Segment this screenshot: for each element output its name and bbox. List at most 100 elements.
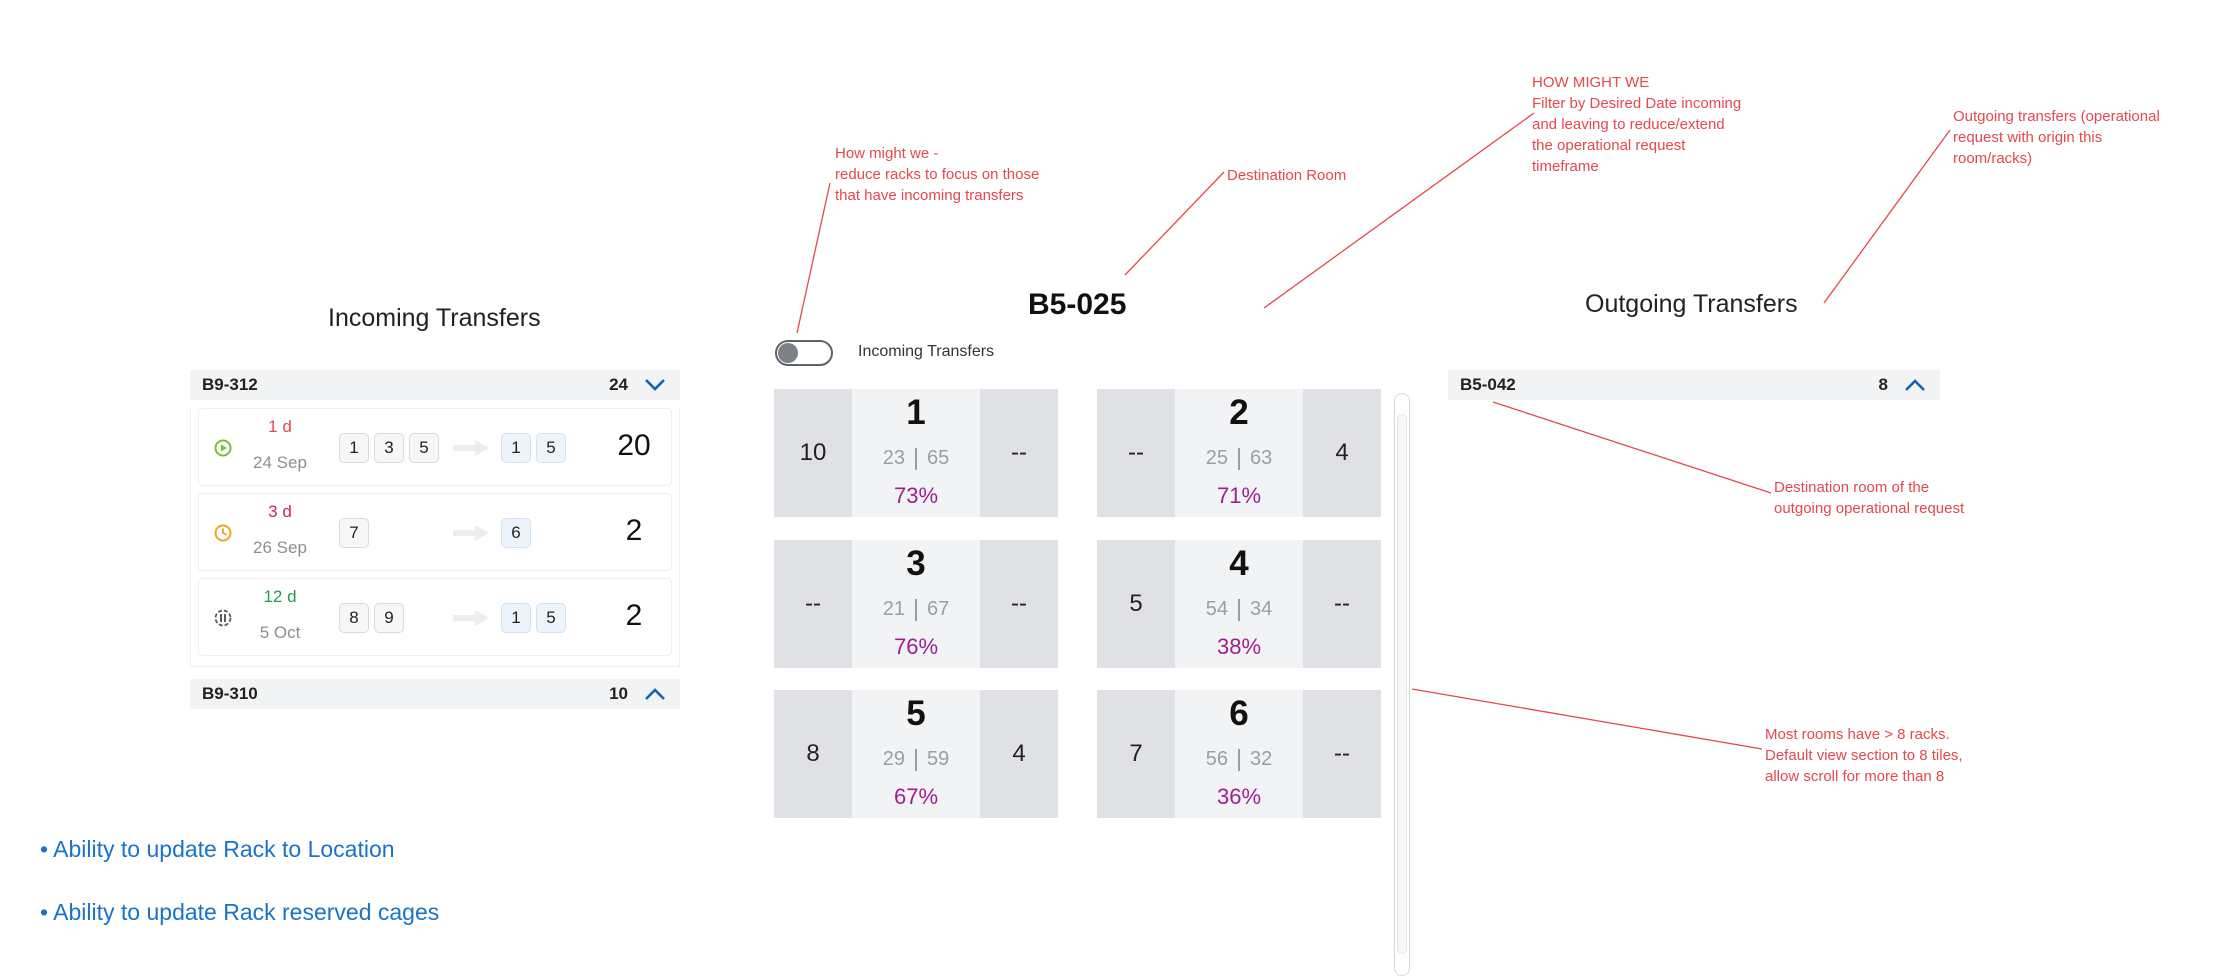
- rack-total: 59: [927, 748, 950, 770]
- incoming-group-header[interactable]: B9-310 10: [190, 679, 680, 709]
- group-count: 24: [609, 375, 628, 394]
- annotation-destination-room: Destination Room: [1227, 167, 1347, 184]
- rack-info: 4 54 34 38%: [1175, 540, 1303, 668]
- transfer-quantity: 2: [625, 514, 643, 547]
- rack-percent: 76%: [893, 634, 939, 659]
- transfer-row[interactable]: 1 d 24 Sep 1 3 5 1 5 20: [198, 408, 672, 486]
- rack-tile[interactable]: 10 1 23 65 73% --: [774, 389, 1058, 517]
- desired-date: 5 Oct: [259, 623, 301, 642]
- rack-percent: 71%: [1216, 483, 1262, 508]
- rack-percent: 36%: [1216, 784, 1262, 809]
- rack-number: 1: [906, 393, 926, 432]
- group-count: 8: [1878, 375, 1888, 394]
- rack-number: 5: [906, 694, 926, 733]
- rack-chip: 7: [339, 518, 369, 548]
- incoming-transfers-title: Incoming Transfers: [328, 304, 541, 332]
- group-name: B9-310: [202, 684, 258, 703]
- rack-number: 6: [1229, 694, 1249, 733]
- stats-divider: [915, 598, 917, 621]
- transfer-quantity: 2: [625, 599, 643, 632]
- arrow-right-icon: [453, 525, 489, 541]
- rack-stats: 54 34: [1175, 598, 1303, 621]
- rack-tile[interactable]: -- 2 25 63 71% 4: [1097, 389, 1381, 517]
- rack-tile[interactable]: 7 6 56 32 36% --: [1097, 690, 1381, 818]
- stats-divider: [1238, 748, 1240, 771]
- rack-left-count: 5: [1097, 540, 1175, 668]
- stats-divider: [1238, 447, 1240, 470]
- desired-date: 26 Sep: [253, 538, 307, 557]
- rack-right-count: 4: [980, 690, 1058, 818]
- rack-info: 5 29 59 67%: [852, 690, 980, 818]
- rack-left-count: --: [1097, 389, 1175, 517]
- rack-used: 25: [1205, 447, 1228, 469]
- rack-info: 6 56 32 36%: [1175, 690, 1303, 818]
- origin-racks: 8 9: [339, 603, 404, 633]
- rack-right-count: --: [1303, 690, 1381, 818]
- rack-tile[interactable]: 5 4 54 34 38% --: [1097, 540, 1381, 668]
- toggle-knob: [778, 343, 798, 363]
- annotation-rooms-scroll: Most rooms have > 8 racks. Default view …: [1765, 726, 1963, 785]
- rack-info: 3 21 67 76%: [852, 540, 980, 668]
- rack-scrollbar[interactable]: [1394, 393, 1410, 976]
- chevron-down-icon[interactable]: [642, 374, 668, 396]
- rack-info: 1 23 65 73%: [852, 389, 980, 517]
- rack-chip: 3: [374, 433, 404, 463]
- arrow-right-icon: [453, 610, 489, 626]
- rack-stats: 23 65: [852, 447, 980, 470]
- chevron-up-icon[interactable]: [642, 683, 668, 705]
- rack-used: 54: [1205, 598, 1228, 620]
- rack-right-count: --: [980, 540, 1058, 668]
- outgoing-group-header[interactable]: B5-042 8: [1448, 370, 1940, 400]
- arrow-right-icon: [453, 440, 489, 456]
- days-remaining: 12 d: [263, 587, 297, 606]
- rack-number: 4: [1229, 544, 1249, 583]
- rack-used: 56: [1205, 748, 1228, 770]
- group-name: B9-312: [202, 375, 258, 394]
- rack-number: 3: [906, 544, 926, 583]
- destination-racks: 1 5: [501, 603, 566, 633]
- rack-used: 29: [882, 748, 905, 770]
- desired-date: 24 Sep: [253, 453, 307, 472]
- origin-racks: 7: [339, 518, 369, 548]
- rack-percent: 67%: [893, 784, 939, 809]
- incoming-group-header[interactable]: B9-312 24: [190, 370, 680, 400]
- rack-chip: 1: [501, 433, 531, 463]
- days-remaining: 3 d: [268, 502, 292, 521]
- rack-right-count: --: [980, 389, 1058, 517]
- rack-left-count: 8: [774, 690, 852, 818]
- rack-percent: 38%: [1216, 634, 1262, 659]
- rack-chip: 5: [536, 603, 566, 633]
- outgoing-transfers-title: Outgoing Transfers: [1585, 290, 1798, 318]
- transfer-row[interactable]: 3 d 26 Sep 7 6 2: [198, 493, 672, 571]
- rack-left-count: 10: [774, 389, 852, 517]
- scrollbar-thumb[interactable]: [1397, 414, 1407, 954]
- group-name: B5-042: [1460, 375, 1516, 394]
- annotation-filter-date: HOW MIGHT WE Filter by Desired Date inco…: [1532, 74, 1742, 175]
- rack-info: 2 25 63 71%: [1175, 389, 1303, 517]
- rack-chip: 1: [501, 603, 531, 633]
- rack-percent: 73%: [893, 483, 939, 508]
- rack-left-count: 7: [1097, 690, 1175, 818]
- days-remaining: 1 d: [268, 417, 292, 436]
- rack-tile[interactable]: -- 3 21 67 76% --: [774, 540, 1058, 668]
- chevron-up-icon[interactable]: [1902, 374, 1928, 396]
- incoming-transfers-toggle[interactable]: [775, 340, 833, 366]
- rack-used: 21: [882, 598, 905, 620]
- rack-total: 67: [927, 598, 950, 620]
- transfer-row[interactable]: 12 d 5 Oct 8 9 1 5 2: [198, 578, 672, 656]
- rack-stats: 21 67: [852, 598, 980, 621]
- rack-chip: 1: [339, 433, 369, 463]
- rack-total: 34: [1250, 598, 1273, 620]
- origin-racks: 1 3 5: [339, 433, 439, 463]
- rack-chip: 9: [374, 603, 404, 633]
- rack-number: 2: [1229, 393, 1249, 432]
- toggle-label: Incoming Transfers: [858, 343, 995, 360]
- feature-note: • Ability to update Rack to Location: [40, 836, 395, 862]
- annotation-outgoing-info: Outgoing transfers (operational request …: [1953, 108, 2160, 167]
- rack-tile[interactable]: 8 5 29 59 67% 4: [774, 690, 1058, 818]
- stats-divider: [915, 447, 917, 470]
- group-count: 10: [609, 684, 628, 703]
- rack-stats: 56 32: [1175, 748, 1303, 771]
- destination-racks: 1 5: [501, 433, 566, 463]
- rack-used: 23: [882, 447, 905, 469]
